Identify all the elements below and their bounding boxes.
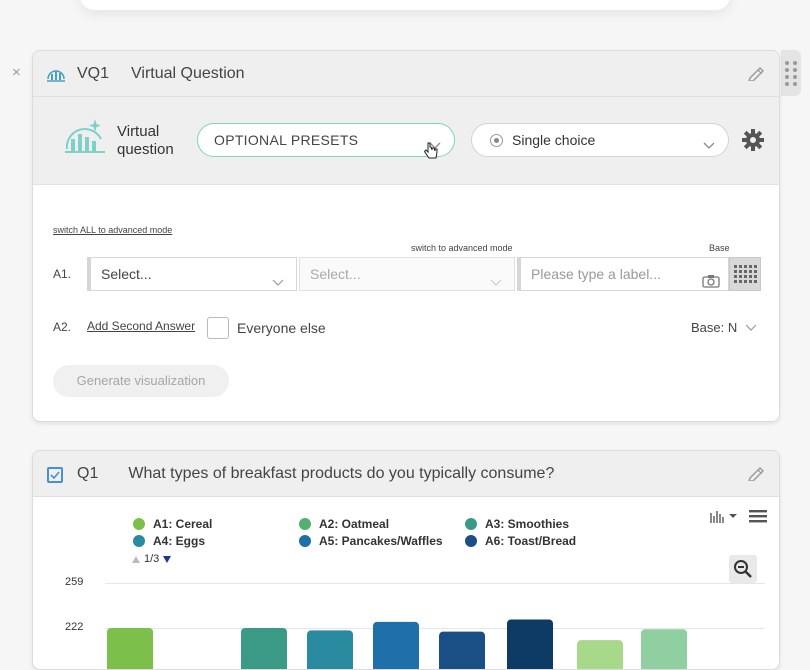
chart-type-icon[interactable] xyxy=(709,509,739,528)
a1-select-value: Select... xyxy=(101,266,152,282)
virtual-question-card: VQ1 Virtual Question Virtual question OP… xyxy=(32,50,780,422)
a1-row-label: A1. xyxy=(53,267,72,281)
legend-dot xyxy=(299,518,311,530)
legend-dot xyxy=(133,535,145,547)
type-select-value: Single choice xyxy=(512,132,596,148)
presets-label: OPTIONAL PRESETS xyxy=(214,132,359,148)
legend-label: A1: Cereal xyxy=(153,517,213,531)
card-header: Q1 What types of breakfast products do y… xyxy=(33,451,779,497)
pager-down-icon[interactable] xyxy=(162,555,172,564)
pencil-icon[interactable] xyxy=(747,465,765,486)
everyone-else-checkbox[interactable] xyxy=(207,317,229,339)
legend-label: A5: Pancakes/Waffles xyxy=(319,534,443,548)
gridline xyxy=(105,628,765,629)
gridline xyxy=(105,583,765,584)
legend-item[interactable]: A3: Smoothies xyxy=(465,517,569,531)
question-code: Q1 xyxy=(77,464,99,482)
question-type-select[interactable]: Single choice xyxy=(471,123,729,157)
vq-label-line2: question xyxy=(117,141,174,158)
bar[interactable] xyxy=(373,621,419,670)
drag-handle[interactable] xyxy=(781,50,801,96)
base-select[interactable]: Base: N xyxy=(691,320,757,335)
select-checkbox[interactable] xyxy=(47,467,63,483)
chevron-down-icon xyxy=(702,132,716,164)
legend-dot xyxy=(133,518,145,530)
chart-badge-icon xyxy=(45,63,67,85)
generate-visualization-button[interactable]: Generate visualization xyxy=(53,365,229,397)
everyone-else-label: Everyone else xyxy=(237,320,326,336)
a1-label-input[interactable]: Please type a label... xyxy=(517,257,729,291)
chevron-down-icon xyxy=(272,268,284,300)
base-select-value: Base: N xyxy=(691,320,738,335)
legend-dot xyxy=(465,518,477,530)
legend-dot xyxy=(465,535,477,547)
legend-pager: 1/3 xyxy=(131,553,172,565)
y-tick-label: 259 xyxy=(65,576,84,588)
a2-row-label: A2. xyxy=(53,320,72,334)
config-band: Virtual question OPTIONAL PRESETS Single… xyxy=(33,97,779,185)
bar[interactable] xyxy=(307,630,353,670)
question-chart-card: Q1 What types of breakfast products do y… xyxy=(32,450,780,670)
previous-card-edge xyxy=(80,0,730,10)
optional-presets-select[interactable]: OPTIONAL PRESETS xyxy=(197,123,455,157)
legend-label: A4: Eggs xyxy=(153,534,206,548)
radio-icon xyxy=(490,134,503,147)
legend-label: A3: Smoothies xyxy=(485,517,570,531)
close-icon[interactable]: × xyxy=(12,64,21,81)
bar[interactable] xyxy=(641,629,687,670)
bar[interactable] xyxy=(107,628,153,670)
zoom-out-button[interactable] xyxy=(729,555,757,583)
question-code: VQ1 xyxy=(77,64,110,82)
base-grid-icon[interactable] xyxy=(729,257,761,291)
pager-up-icon[interactable] xyxy=(131,555,141,564)
virtual-question-label: Virtual question xyxy=(117,123,174,159)
pencil-icon[interactable] xyxy=(747,65,765,86)
question-title: What types of breakfast products do you … xyxy=(128,464,555,482)
switch-all-advanced-link[interactable]: switch ALL to advanced mode xyxy=(53,225,172,235)
card-title: Virtual Question xyxy=(131,64,245,82)
hand-cursor-icon xyxy=(423,141,439,166)
a1-answer-select[interactable]: Select... xyxy=(299,257,515,291)
a1-question-select[interactable]: Select... xyxy=(87,257,297,291)
legend-dot xyxy=(299,535,311,547)
add-second-answer-link[interactable]: Add Second Answer xyxy=(87,319,195,333)
chevron-down-icon xyxy=(745,324,757,331)
gear-icon[interactable] xyxy=(741,128,765,157)
legend-item[interactable]: A1: Cereal xyxy=(133,517,212,531)
chevron-down-icon xyxy=(490,268,502,300)
camera-icon[interactable] xyxy=(702,267,720,299)
virtual-question-icon xyxy=(61,117,109,162)
a1-answer-select-value: Select... xyxy=(310,266,361,282)
base-header: Base xyxy=(709,243,730,253)
bar[interactable] xyxy=(241,628,287,670)
legend-label: A2: Oatmeal xyxy=(319,517,390,531)
legend-item[interactable]: A4: Eggs xyxy=(133,534,205,548)
legend-label: A6: Toast/Bread xyxy=(485,534,577,548)
legend-item[interactable]: A2: Oatmeal xyxy=(299,517,389,531)
switch-advanced-link[interactable]: switch to advanced mode xyxy=(411,243,513,253)
menu-icon[interactable] xyxy=(749,509,767,528)
bar[interactable] xyxy=(577,640,623,670)
y-tick-label: 222 xyxy=(65,621,84,633)
legend-item[interactable]: A6: Toast/Bread xyxy=(465,534,576,548)
card-header: VQ1 Virtual Question xyxy=(33,51,779,97)
zoom-out-icon xyxy=(734,560,752,578)
legend-item[interactable]: A5: Pancakes/Waffles xyxy=(299,534,443,548)
label-placeholder: Please type a label... xyxy=(531,266,661,282)
chart-toolbar xyxy=(709,509,767,528)
vq-label-line1: Virtual xyxy=(117,123,160,140)
pager-text: 1/3 xyxy=(144,553,160,565)
bar[interactable] xyxy=(439,631,485,670)
